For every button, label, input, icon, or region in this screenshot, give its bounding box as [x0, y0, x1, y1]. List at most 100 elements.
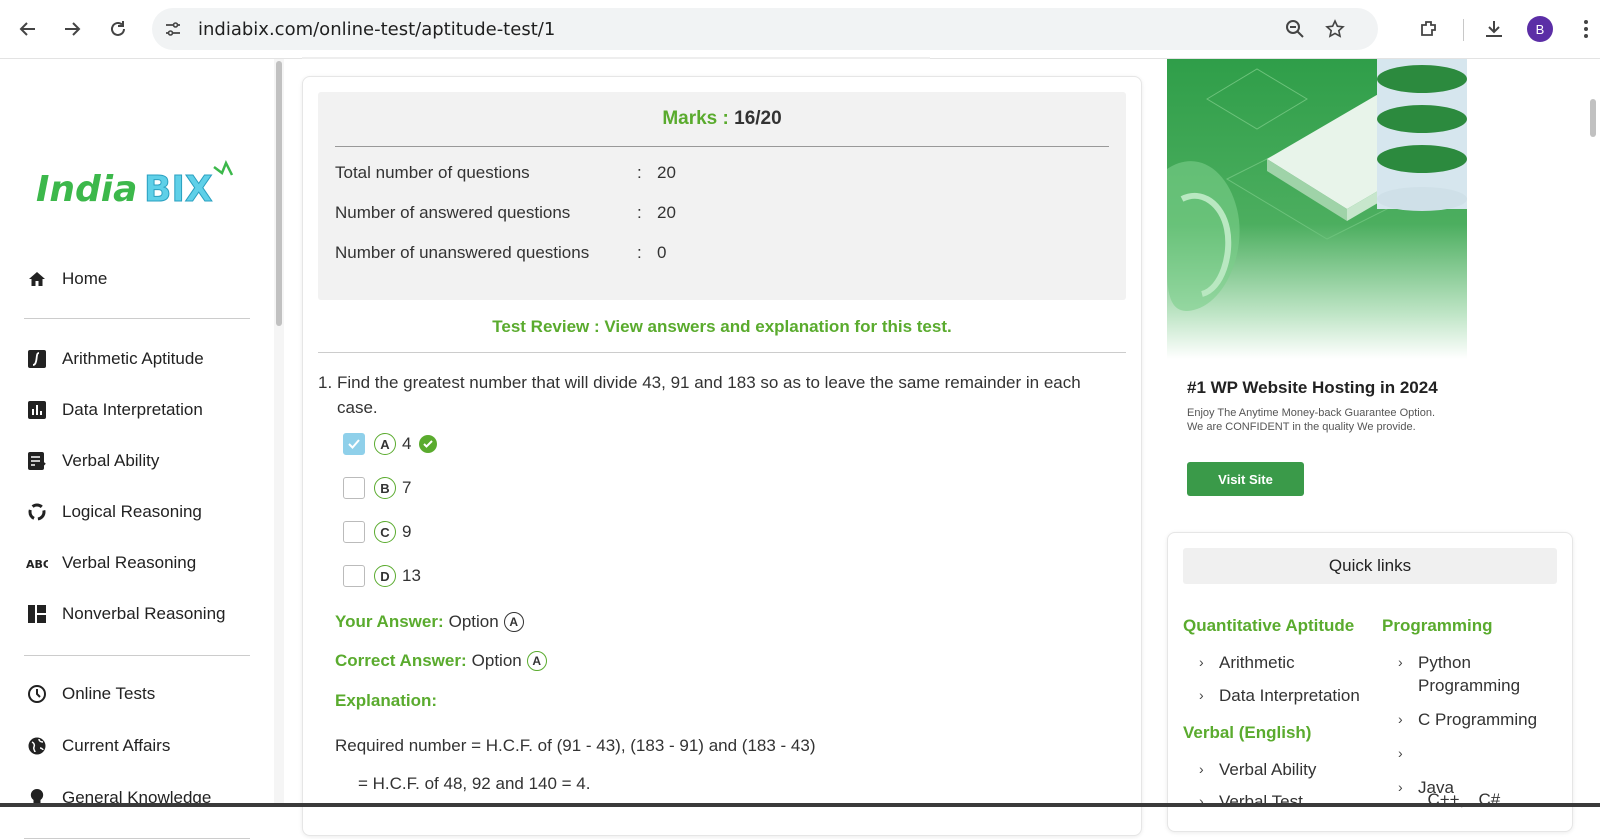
sidebar-item-nonverbal-reasoning[interactable]: Nonverbal Reasoning: [26, 599, 226, 629]
option-a[interactable]: A 4: [343, 432, 438, 456]
test-review-link[interactable]: Test Review : View answers and explanati…: [318, 317, 1126, 337]
forward-icon[interactable]: [57, 14, 87, 44]
sidebar-item-logical-reasoning[interactable]: Logical Reasoning: [26, 497, 202, 527]
marks-heading: Marks : 16/20: [318, 108, 1126, 130]
quick-links-section-programming[interactable]: Programming: [1382, 616, 1493, 636]
quick-links-title: Quick links: [1183, 548, 1557, 584]
quick-link-python[interactable]: › Python Programming: [1398, 651, 1558, 697]
download-icon[interactable]: [1479, 14, 1509, 44]
option-checkbox[interactable]: [343, 521, 365, 543]
quick-link-verbal-ability[interactable]: › Verbal Ability: [1199, 758, 1317, 781]
sidebar-item-label: Arithmetic Aptitude: [62, 349, 204, 368]
quick-link-label: Java: [1418, 778, 1454, 797]
ad-title[interactable]: #1 WP Website Hosting in 2024: [1187, 378, 1438, 398]
quick-link-arithmetic[interactable]: › Arithmetic: [1199, 651, 1295, 674]
chevron-right-icon: ›: [1199, 761, 1204, 777]
sidebar-divider: [24, 318, 250, 319]
sidebar-item-data-interpretation[interactable]: Data Interpretation: [26, 395, 203, 425]
card-edge: [302, 57, 930, 59]
option-letter: D: [374, 565, 396, 587]
sidebar-scroll-thumb[interactable]: [276, 61, 282, 326]
svg-text:India: India: [36, 169, 137, 210]
quick-link-label: Verbal Test: [1219, 792, 1303, 811]
ad-subtitle-line: Enjoy The Anytime Money-back Guarantee O…: [1187, 407, 1436, 419]
stat-separator: :: [637, 203, 642, 222]
indiabix-logo[interactable]: India BIX: [36, 159, 236, 219]
chevron-right-icon: ›: [1398, 711, 1403, 727]
option-d[interactable]: D 13: [343, 564, 421, 588]
sidebar-item-home[interactable]: Home: [26, 264, 107, 294]
reload-icon[interactable]: [103, 14, 133, 44]
sidebar-item-label: Online Tests: [62, 684, 156, 703]
quick-link-label: Verbal Ability: [1219, 760, 1317, 779]
bookmark-star-icon[interactable]: [1324, 18, 1346, 40]
correct-answer: Correct Answer: Option A: [335, 651, 547, 671]
toolbar-divider: [1463, 19, 1464, 41]
abc-icon: ABC: [26, 552, 48, 574]
option-b[interactable]: B 7: [343, 476, 411, 500]
quick-link-java[interactable]: › Java: [1398, 776, 1454, 799]
ad-subtitle: Enjoy The Anytime Money-back Guarantee O…: [1187, 406, 1467, 434]
svg-text:ABC: ABC: [26, 558, 48, 570]
quick-links-section-verbal[interactable]: Verbal (English): [1183, 723, 1311, 743]
quick-link-c-programming[interactable]: › C Programming: [1398, 708, 1537, 731]
sidebar-item-online-tests[interactable]: Online Tests: [26, 679, 155, 709]
option-checkbox-checked[interactable]: [343, 433, 365, 455]
your-answer-text: Option: [448, 612, 499, 631]
option-letter: C: [374, 521, 396, 543]
site-info-icon[interactable]: [162, 18, 184, 40]
sidebar-item-current-affairs[interactable]: Current Affairs: [26, 731, 170, 761]
chevron-right-icon: ›: [1199, 687, 1204, 703]
zoom-icon[interactable]: [1284, 18, 1306, 40]
address-bar[interactable]: indiabix.com/online-test/aptitude-test/1: [152, 8, 1378, 50]
marks-summary: Marks : 16/20 Total number of questions …: [318, 92, 1126, 300]
browser-toolbar: indiabix.com/online-test/aptitude-test/1…: [0, 0, 1600, 59]
question-number: 1.: [318, 373, 333, 392]
chevron-right-icon: ›: [1199, 654, 1204, 670]
sidebar-scrollbar[interactable]: [274, 59, 284, 807]
profile-avatar[interactable]: B: [1527, 16, 1553, 42]
sidebar-item-verbal-ability[interactable]: Verbal Ability: [26, 446, 159, 476]
home-icon: [26, 268, 48, 290]
option-checkbox[interactable]: [343, 565, 365, 587]
option-checkbox[interactable]: [343, 477, 365, 499]
stat-label: Number of answered questions: [335, 203, 571, 222]
clock-icon: [26, 683, 48, 705]
option-letter: B: [374, 477, 396, 499]
option-letter: A: [374, 433, 396, 455]
stat-separator: :: [637, 163, 642, 182]
taskbar-edge: [0, 803, 1600, 807]
correct-answer-label: Correct Answer:: [335, 651, 467, 670]
chevron-right-icon: ›: [1398, 745, 1403, 761]
option-value: 4: [402, 434, 412, 453]
option-c[interactable]: C 9: [343, 520, 411, 544]
quick-link-data-interpretation[interactable]: › Data Interpretation: [1199, 684, 1360, 707]
kebab-menu-icon[interactable]: [1571, 14, 1600, 44]
grid-icon: [26, 603, 48, 625]
visit-site-button[interactable]: Visit Site: [1187, 462, 1304, 496]
quick-links-section-quantitative[interactable]: Quantitative Aptitude: [1183, 616, 1354, 636]
page-scroll-thumb[interactable]: [1590, 99, 1596, 137]
quick-link-verbal-test[interactable]: › Verbal Test: [1199, 790, 1303, 813]
sidebar-item-arithmetic-aptitude[interactable]: Arithmetic Aptitude: [26, 344, 204, 374]
url-text[interactable]: indiabix.com/online-test/aptitude-test/1: [198, 19, 555, 40]
your-answer-label: Your Answer:: [335, 612, 444, 631]
page-scrollbar[interactable]: [1588, 59, 1600, 807]
explanation-label: Explanation:: [335, 691, 438, 710]
back-icon[interactable]: [13, 14, 43, 44]
sidebar-item-general-knowledge[interactable]: General Knowledge: [26, 783, 211, 813]
stat-label: Number of unanswered questions: [335, 243, 590, 262]
checklist-icon: [26, 450, 48, 472]
ad-banner-image[interactable]: [1167, 59, 1467, 359]
your-answer-letter: A: [503, 612, 524, 632]
quick-link-label: Arithmetic: [1219, 653, 1295, 672]
explanation-heading: Explanation:: [335, 691, 442, 711]
chevron-right-icon: ›: [1398, 654, 1403, 670]
extensions-icon[interactable]: [1414, 14, 1444, 44]
your-answer: Your Answer: Option A: [335, 612, 524, 632]
sidebar-item-label: Verbal Reasoning: [62, 553, 197, 572]
marks-value: 16/20: [734, 108, 782, 129]
sidebar: India BIX Home Arithmetic Aptitude Data …: [0, 59, 284, 839]
sidebar-item-verbal-reasoning[interactable]: ABC Verbal Reasoning: [26, 548, 196, 578]
correct-check-icon: [419, 435, 438, 453]
